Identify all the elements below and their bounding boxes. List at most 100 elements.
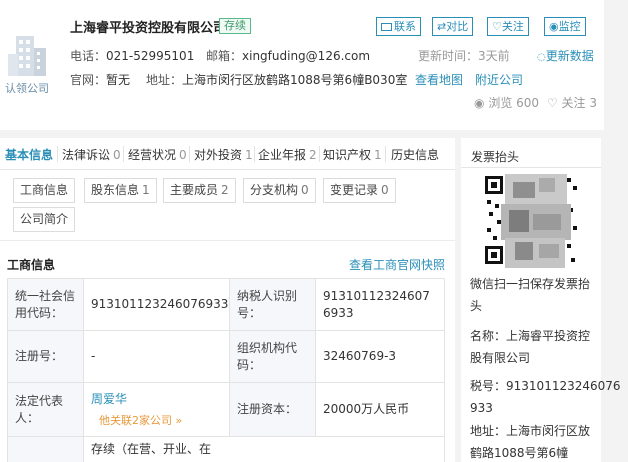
- chip-count: 0: [381, 183, 389, 197]
- chip-label: 股东信息: [91, 183, 140, 197]
- update-value: 3天前: [478, 49, 510, 63]
- email-label: 邮箱：: [206, 49, 243, 63]
- tab-divider: [57, 146, 58, 162]
- tab-count: 2: [309, 148, 317, 162]
- tab-divider: [385, 146, 386, 162]
- tab-divider: [189, 146, 190, 162]
- table-key: 组织机构代码：: [229, 330, 316, 383]
- legal-rep-cell: 周爱华 他关联2家公司 »: [83, 382, 230, 437]
- follow-button[interactable]: ♡关注: [487, 17, 529, 36]
- tab-count: 1: [374, 148, 382, 162]
- chip-label: 变更记录: [330, 183, 379, 197]
- company-name: 上海睿平投资控股有限公司: [70, 21, 227, 36]
- tab-label: 对外投资: [194, 148, 243, 162]
- tab-label: 历史信息: [391, 148, 440, 162]
- chip-label: 公司简介: [20, 212, 69, 226]
- chip-count: 2: [221, 183, 229, 197]
- tab-count: 1: [245, 148, 253, 162]
- tab-operations[interactable]: 经营状况 0: [128, 146, 187, 163]
- chip-company-intro[interactable]: 公司简介: [13, 207, 76, 232]
- address-row: 地址：上海市闵行区放鹤路1088号第6幢B030室: [146, 71, 407, 88]
- tab-litigation[interactable]: 法律诉讼 0: [62, 146, 121, 163]
- tab-label: 法律诉讼: [62, 148, 111, 162]
- refresh-icon: ◌: [537, 52, 546, 63]
- monitor-button-label: 监控: [558, 20, 581, 33]
- table-value: 913101123246076933: [83, 278, 230, 331]
- refresh-data-link[interactable]: ◌更新数据: [537, 47, 594, 64]
- table-key: 注册资本：: [229, 382, 316, 437]
- table-value: -: [83, 330, 230, 383]
- invoice-divider: [461, 167, 601, 168]
- legal-rep-link[interactable]: 周爱华: [91, 391, 222, 408]
- section-title: 工商信息: [7, 258, 56, 272]
- table-row: 法定代表人： 周爱华 他关联2家公司 » 注册资本： 20000万人民币: [7, 382, 445, 437]
- address-value: 上海市闵行区放鹤路1088号第6幢B030室: [182, 73, 408, 87]
- eye-icon: ◉: [474, 96, 485, 110]
- qr-code-icon: [483, 174, 579, 270]
- follows-label: 关注: [561, 96, 586, 110]
- table-key: 统一社会信用代码：: [7, 278, 84, 331]
- scan-hint: 微信扫一扫保存发票抬头: [470, 277, 591, 313]
- heart-icon: ♡: [546, 96, 558, 110]
- chip-branches[interactable]: 分支机构 0: [243, 178, 316, 203]
- related-companies-link[interactable]: 他关联2家公司 »: [99, 412, 222, 429]
- invoice-name-label: 名称：: [470, 329, 507, 343]
- chip-count: 0: [301, 183, 309, 197]
- views-label: 浏览: [488, 96, 513, 110]
- nearby-companies-link[interactable]: 附近公司: [475, 71, 523, 88]
- tab-label: 企业年报: [258, 148, 307, 162]
- tab-label: 基本信息: [5, 148, 54, 162]
- tab-label: 经营状况: [128, 148, 177, 162]
- tab-count: 0: [113, 148, 121, 162]
- website-value: 暂无: [106, 73, 131, 87]
- chip-label: 分支机构: [250, 183, 299, 197]
- contact-button-label: 联系: [394, 20, 416, 33]
- tab-investments[interactable]: 对外投资 1: [194, 146, 253, 163]
- chip-change-records[interactable]: 变更记录 0: [323, 178, 396, 203]
- tab-basic-info[interactable]: 基本信息: [5, 146, 53, 163]
- official-snapshot-link[interactable]: 查看工商官网快照: [349, 256, 445, 273]
- tab-history[interactable]: 历史信息: [391, 146, 439, 163]
- table-row: 存续（在营、开业、在: [7, 436, 445, 462]
- table-value: 存续（在营、开业、在: [83, 436, 445, 462]
- update-time: 更新时间：3天前: [418, 47, 510, 64]
- invoice-tax: 税号：913101123246076933: [470, 375, 628, 419]
- contact-button[interactable]: 联系: [376, 17, 421, 36]
- chip-label: 工商信息: [20, 183, 69, 197]
- chip-key-members[interactable]: 主要成员 2: [163, 178, 236, 203]
- follows-count: 3: [589, 96, 597, 110]
- tab-divider: [319, 146, 320, 162]
- monitor-button[interactable]: ◉监控: [544, 17, 586, 36]
- tab-label: 知识产权: [323, 148, 372, 162]
- compare-button[interactable]: ⇄对比: [432, 17, 474, 36]
- website-label: 官网：: [70, 73, 107, 87]
- email-value[interactable]: xingfuding@126.com: [242, 49, 370, 63]
- mail-icon: [381, 23, 392, 31]
- tab-divider: [123, 146, 124, 162]
- address-label: 地址：: [146, 73, 183, 87]
- chip-label: 主要成员: [170, 183, 219, 197]
- chip-count: 1: [142, 183, 150, 197]
- table-row: 统一社会信用代码： 913101123246076933 纳税人识别号： 913…: [7, 278, 445, 331]
- invoice-name: 名称：上海睿平投资控股有限公司: [470, 325, 598, 369]
- tab-annual-reports[interactable]: 企业年报 2: [258, 146, 317, 163]
- table-key: 注册号：: [7, 330, 84, 383]
- eye-icon: ◉: [549, 20, 559, 33]
- invoice-address-label: 地址：: [470, 424, 507, 438]
- view-stats: ◉ 浏览 600 ♡ 关注 3: [474, 94, 597, 111]
- invoice-address: 地址：上海市闵行区放鹤路1088号第6幢: [470, 420, 598, 462]
- chip-business-info[interactable]: 工商信息: [13, 178, 76, 203]
- chip-shareholders[interactable]: 股东信息 1: [84, 178, 157, 203]
- table-value: 20000万人民币: [315, 382, 445, 437]
- follow-button-label: 关注: [501, 20, 524, 33]
- heart-icon: ♡: [492, 20, 502, 33]
- business-info-table: 统一社会信用代码： 913101123246076933 纳税人识别号： 913…: [7, 278, 445, 462]
- invoice-tax-label: 税号：: [470, 379, 507, 393]
- section-divider: [0, 240, 455, 241]
- email-row: 邮箱：xingfuding@126.com: [206, 47, 370, 64]
- table-value: 32460769-3: [315, 330, 445, 383]
- phone-row: 电话：021-52995101: [70, 47, 194, 64]
- claim-company-link[interactable]: 认领公司: [5, 80, 49, 96]
- tab-ip[interactable]: 知识产权 1: [323, 146, 382, 163]
- view-map-link[interactable]: 查看地图: [415, 71, 463, 88]
